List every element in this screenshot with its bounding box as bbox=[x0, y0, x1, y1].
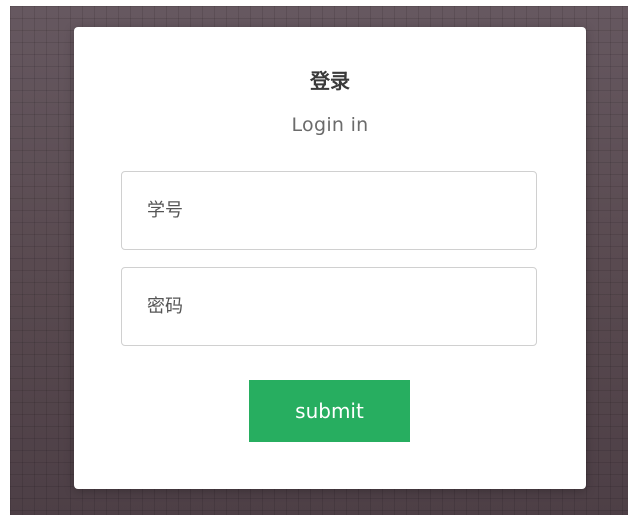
page-background: 登录 Login in submit bbox=[10, 6, 628, 515]
student-id-input[interactable] bbox=[121, 171, 537, 250]
submit-button[interactable]: submit bbox=[249, 380, 410, 442]
login-title: 登录 bbox=[310, 69, 350, 93]
login-card: 登录 Login in submit bbox=[74, 27, 586, 489]
login-subtitle: Login in bbox=[291, 114, 369, 136]
password-input[interactable] bbox=[121, 267, 537, 346]
